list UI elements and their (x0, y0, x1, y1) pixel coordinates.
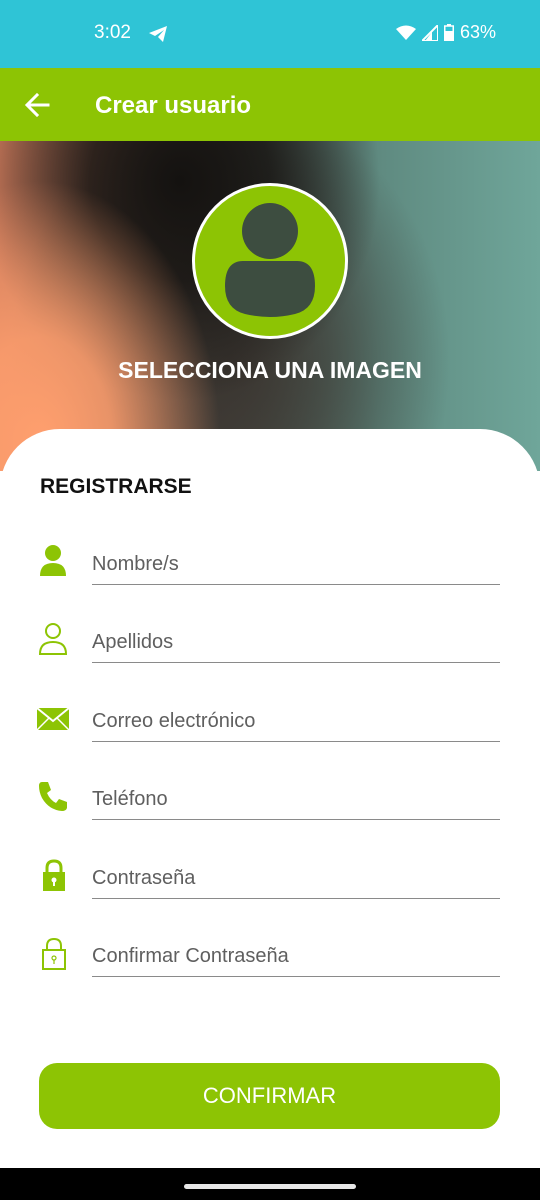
confirm-button[interactable]: CONFIRMAR (39, 1063, 500, 1129)
telegram-icon (148, 24, 168, 44)
last-name-input[interactable] (92, 623, 500, 663)
confirm-password-row (0, 927, 540, 983)
status-time: 3:02 (94, 22, 131, 43)
first-name-row (0, 535, 540, 591)
form-title: REGISTRARSE (40, 475, 192, 498)
email-row (0, 692, 540, 748)
app-bar: Crear usuario (0, 68, 540, 141)
status-icons: 63% (395, 22, 496, 43)
lock-solid-icon (36, 857, 70, 893)
password-input[interactable] (92, 859, 500, 899)
home-indicator[interactable] (184, 1184, 356, 1189)
wifi-icon (395, 25, 416, 41)
phone-row (0, 770, 540, 826)
email-input[interactable] (92, 702, 500, 742)
battery-icon (443, 24, 454, 41)
lock-outline-icon (36, 935, 70, 971)
select-image-label[interactable]: SELECCIONA UNA IMAGEN (0, 357, 540, 384)
battery-percent: 63% (459, 22, 496, 42)
system-nav-bar (0, 1168, 540, 1200)
person-solid-icon (36, 543, 70, 579)
envelope-icon (36, 700, 70, 736)
first-name-input[interactable] (92, 545, 500, 585)
profile-header: SELECCIONA UNA IMAGEN (0, 141, 540, 471)
person-placeholder-icon (225, 203, 315, 317)
phone-icon (36, 778, 70, 814)
phone-input[interactable] (92, 780, 500, 820)
status-bar: 3:02 63% (0, 0, 540, 68)
person-outline-icon (36, 621, 70, 657)
signal-icon (421, 24, 438, 41)
page-title: Crear usuario (95, 92, 252, 119)
last-name-row (0, 613, 540, 669)
registration-card: REGISTRARSE (0, 429, 540, 1169)
arrow-left-icon[interactable] (24, 92, 50, 118)
confirm-password-input[interactable] (92, 937, 500, 977)
password-row (0, 849, 540, 905)
avatar-picker[interactable] (192, 183, 348, 339)
